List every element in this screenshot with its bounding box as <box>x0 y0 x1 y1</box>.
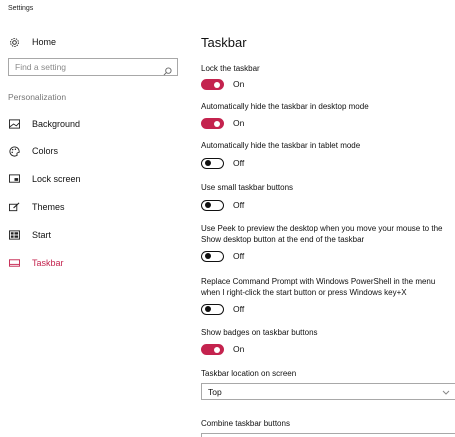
sidebar-item-label: Themes <box>32 202 65 212</box>
combine-buttons-dropdown[interactable] <box>201 433 455 437</box>
toggle-state: Off <box>233 251 245 261</box>
picture-icon <box>8 118 20 130</box>
sidebar: Home Personalization Background Colors L… <box>0 0 188 437</box>
combine-label: Combine taskbar buttons <box>201 419 290 428</box>
sidebar-item-home[interactable]: Home <box>8 35 56 49</box>
page-title: Taskbar <box>201 35 247 50</box>
toggle-knob <box>214 346 220 353</box>
toggle-knob <box>205 159 211 166</box>
gear-icon <box>8 36 20 48</box>
sidebar-item-label: Home <box>32 37 57 47</box>
toggle-switch[interactable] <box>201 343 224 355</box>
toggle-autohide-desktop[interactable]: On <box>201 117 244 129</box>
toggle-switch[interactable] <box>201 199 224 211</box>
toggle-switch[interactable] <box>201 117 224 129</box>
sidebar-item-background[interactable]: Background <box>8 117 80 131</box>
chevron-down-icon <box>442 388 450 396</box>
setting-label-lock-taskbar: Lock the taskbar <box>201 64 260 73</box>
setting-label-small-buttons: Use small taskbar buttons <box>201 183 294 192</box>
toggle-state: On <box>233 79 245 89</box>
toggle-lock-taskbar[interactable]: On <box>201 78 244 90</box>
sidebar-item-taskbar[interactable]: Taskbar <box>8 256 64 270</box>
toggle-peek[interactable]: Off <box>201 250 244 262</box>
toggle-switch[interactable] <box>201 250 224 262</box>
toggle-knob <box>214 120 220 127</box>
search-box[interactable] <box>8 58 178 76</box>
setting-label-autohide-desktop: Automatically hide the taskbar in deskto… <box>201 102 369 111</box>
sidebar-item-label: Start <box>32 230 52 240</box>
brush-icon <box>8 201 20 213</box>
toggle-autohide-tablet[interactable]: Off <box>201 157 244 169</box>
toggle-knob <box>214 81 220 88</box>
sidebar-item-label: Taskbar <box>32 258 64 268</box>
search-icon[interactable] <box>163 63 172 76</box>
toggle-switch[interactable] <box>201 303 224 315</box>
taskbar-location-dropdown[interactable]: Top <box>201 383 455 400</box>
toggle-state: On <box>233 344 245 354</box>
setting-label-powershell: Replace Command Prompt with Windows Powe… <box>201 277 436 297</box>
toggle-state: On <box>233 118 245 128</box>
toggle-switch[interactable] <box>201 157 224 169</box>
toggle-small-buttons[interactable]: Off <box>201 199 244 211</box>
sidebar-item-start[interactable]: Start <box>8 228 51 242</box>
taskbar-icon <box>8 257 20 269</box>
toggle-switch[interactable] <box>201 78 224 90</box>
toggle-knob <box>205 252 211 259</box>
toggle-state: Off <box>233 304 245 314</box>
toggle-knob <box>205 305 211 312</box>
location-label: Taskbar location on screen <box>201 369 297 378</box>
palette-icon <box>8 145 20 157</box>
search-input[interactable] <box>15 62 163 72</box>
start-icon <box>8 229 20 241</box>
sidebar-item-lock-screen[interactable]: Lock screen <box>8 172 81 186</box>
setting-label-peek: Use Peek to preview the desktop when you… <box>201 224 443 244</box>
section-heading: Personalization <box>8 92 67 102</box>
toggle-powershell[interactable]: Off <box>201 303 244 315</box>
toggle-badges[interactable]: On <box>201 343 244 355</box>
sidebar-item-label: Background <box>32 119 81 129</box>
sidebar-item-colors[interactable]: Colors <box>8 144 58 158</box>
setting-label-autohide-tablet: Automatically hide the taskbar in tablet… <box>201 141 361 150</box>
sidebar-item-themes[interactable]: Themes <box>8 200 65 214</box>
sidebar-item-label: Lock screen <box>32 174 81 184</box>
sidebar-item-label: Colors <box>32 146 59 156</box>
setting-label-badges: Show badges on taskbar buttons <box>201 328 318 337</box>
lock-screen-icon <box>8 173 20 185</box>
toggle-knob <box>205 201 211 208</box>
toggle-state: Off <box>233 158 245 168</box>
dropdown-value: Top <box>208 386 222 397</box>
toggle-state: Off <box>233 200 245 210</box>
